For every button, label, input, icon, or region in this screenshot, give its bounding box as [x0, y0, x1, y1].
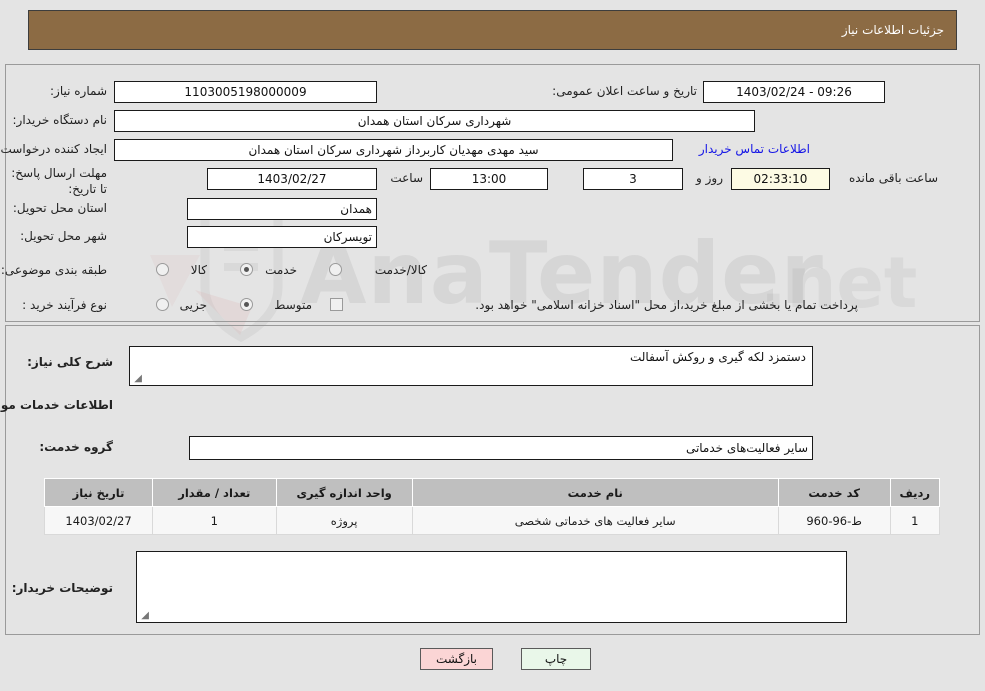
city-label: شهر محل تحویل: — [20, 229, 107, 243]
buyer-org-value: شهرداری سرکان استان همدان — [114, 110, 755, 132]
radio-category-kala-khedmat-label: کالا/خدمت — [374, 263, 427, 277]
buyer-notes-textarea[interactable]: ◢ — [136, 551, 847, 623]
col-date: تاریخ نیاز — [43, 478, 154, 507]
page-title: جزئیات اطلاعات نیاز — [841, 23, 944, 37]
deadline-label: مهلت ارسال پاسخ: تا تاریخ: — [11, 166, 107, 196]
page-title-bar: جزئیات اطلاعات نیاز — [28, 10, 957, 50]
col-unit: واحد اندازه گیری — [275, 478, 413, 507]
table-row: 1 ط-96-960 سایر فعالیت های خدماتی شخصی پ… — [43, 506, 941, 535]
countdown-value: 02:33:10 — [731, 168, 830, 190]
resize-grip-icon[interactable]: ◢ — [132, 374, 142, 384]
col-code: کد خدمت — [777, 478, 891, 507]
hour-value: 13:00 — [430, 168, 548, 190]
service-group-label: گروه خدمت: — [39, 440, 113, 454]
remaining-label: ساعت باقی مانده — [848, 171, 938, 185]
treasury-bond-label: پرداخت تمام یا بخشی از مبلغ خرید،از محل … — [475, 298, 858, 312]
print-button[interactable]: چاپ — [521, 648, 591, 670]
col-radif: ردیف — [889, 478, 941, 507]
radio-category-kala-label: کالا — [190, 263, 207, 277]
buyer-org-label: نام دستگاه خریدار: — [12, 113, 108, 127]
radio-process-jozi-label: جزیی — [179, 298, 207, 312]
creator-value: سید مهدی مهدیان کاربرداز شهرداری سرکان ا… — [114, 139, 673, 161]
service-group-value: سایر فعالیت‌های خدماتی — [189, 436, 813, 460]
deadline-date: 1403/02/27 — [207, 168, 377, 190]
cell-unit: پروژه — [275, 506, 413, 535]
announce-value: 09:26 - 1403/02/24 — [703, 81, 885, 103]
cell-radif: 1 — [889, 506, 941, 535]
hour-label: ساعت — [390, 171, 423, 185]
process-label: نوع فرآیند خرید : — [22, 298, 107, 312]
cell-qty: 1 — [152, 506, 277, 535]
table-header-row: ردیف کد خدمت نام خدمت واحد اندازه گیری ت… — [43, 478, 941, 507]
radio-category-kala[interactable] — [156, 263, 169, 276]
city-value: تویسرکان — [187, 226, 377, 248]
radio-process-motavaset[interactable] — [240, 298, 253, 311]
radio-category-kala-khedmat[interactable] — [329, 263, 342, 276]
cell-date: 1403/02/27 — [43, 506, 154, 535]
description-textarea[interactable]: دستمزد لکه گیری و روکش آسفالت ◢ — [129, 346, 813, 386]
announce-label: تاریخ و ساعت اعلان عمومی: — [552, 84, 697, 98]
need-number-value: 1103005198000009 — [114, 81, 377, 103]
buyer-notes-label: توضیحات خریدار: — [11, 581, 113, 595]
radio-process-jozi[interactable] — [156, 298, 169, 311]
description-value: دستمزد لکه گیری و روکش آسفالت — [629, 350, 806, 364]
description-label: شرح کلی نیاز: — [27, 355, 113, 369]
cell-code: ط-96-960 — [777, 506, 891, 535]
treasury-bond-checkbox[interactable] — [330, 298, 343, 311]
services-heading: اطلاعات خدمات مورد نیاز — [0, 398, 113, 412]
days-word: روز و — [696, 171, 723, 185]
back-button[interactable]: بازگشت — [420, 648, 493, 670]
tender-details-page: AnaTender .net جزئیات اطلاعات نیاز شماره… — [0, 0, 985, 691]
services-table: ردیف کد خدمت نام خدمت واحد اندازه گیری ت… — [43, 478, 941, 535]
col-name: نام خدمت — [411, 478, 779, 507]
radio-category-khedmat[interactable] — [240, 263, 253, 276]
col-qty: تعداد / مقدار — [152, 478, 277, 507]
cell-name: سایر فعالیت های خدماتی شخصی — [411, 506, 779, 535]
resize-grip-icon-notes[interactable]: ◢ — [139, 611, 149, 621]
category-label: طبقه بندی موضوعی: — [0, 263, 107, 277]
province-value: همدان — [187, 198, 377, 220]
radio-category-khedmat-label: خدمت — [265, 263, 297, 277]
need-number-label: شماره نیاز: — [50, 84, 107, 98]
province-label: استان محل تحویل: — [12, 201, 107, 215]
creator-label: ایجاد کننده درخواست: — [0, 142, 107, 156]
radio-process-motavaset-label: متوسط — [274, 298, 312, 312]
days-value: 3 — [583, 168, 683, 190]
buyer-contact-link[interactable]: اطلاعات تماس خریدار — [699, 142, 810, 157]
